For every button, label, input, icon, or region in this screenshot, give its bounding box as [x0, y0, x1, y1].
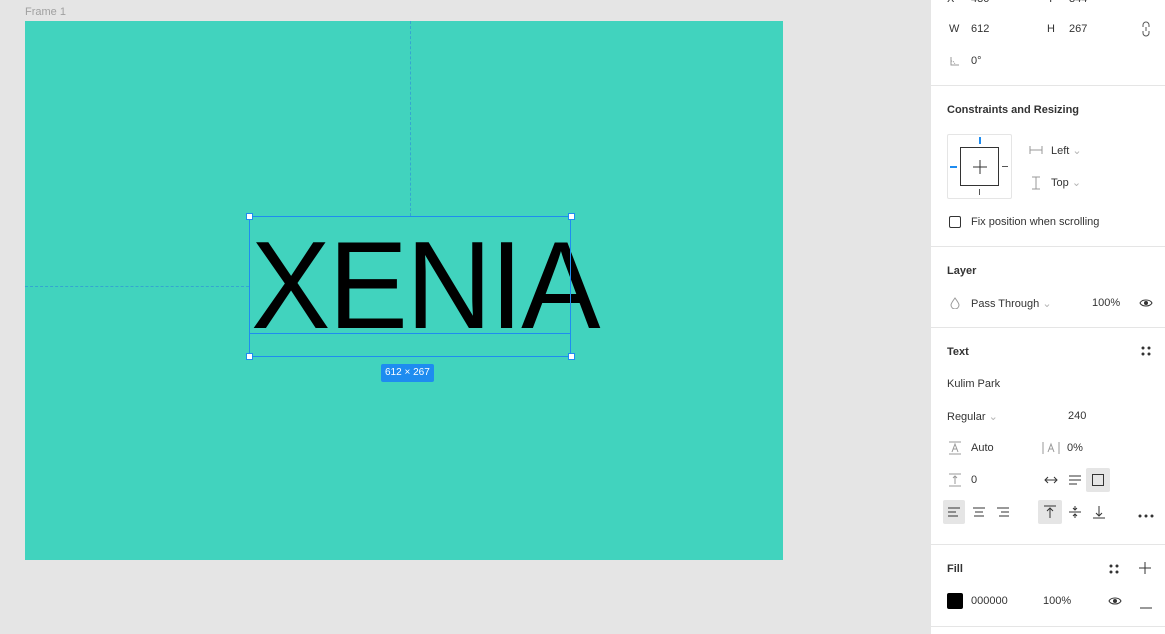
vertical-distance-guide	[410, 21, 411, 216]
x-input[interactable]: 430	[971, 0, 989, 5]
chevron-down-icon: ⌄	[1042, 298, 1052, 310]
selection-box[interactable]	[249, 216, 571, 357]
horizontal-constraint-icon	[1029, 144, 1043, 159]
chevron-down-icon: ⌄	[988, 411, 998, 423]
fill-hex-input[interactable]: 000000	[971, 595, 1008, 607]
fill-color-swatch[interactable]	[947, 593, 963, 609]
dimensions-badge: 612 × 267	[381, 364, 434, 382]
constraint-bottom[interactable]	[979, 189, 980, 195]
vertical-constraint-value: Top	[1051, 177, 1069, 189]
constraint-left-active[interactable]	[950, 166, 957, 168]
chevron-down-icon: ⌄	[1072, 145, 1082, 157]
fixed-size-toggle[interactable]	[1086, 468, 1110, 492]
constraints-section-title: Constraints and Resizing	[947, 104, 1080, 116]
divider	[931, 246, 1165, 247]
eye-icon[interactable]	[1139, 297, 1153, 312]
line-height-input[interactable]: Auto	[971, 442, 994, 454]
auto-height-icon[interactable]	[1067, 473, 1083, 490]
align-middle-icon[interactable]	[1068, 505, 1082, 522]
divider	[931, 85, 1165, 86]
constraints-widget[interactable]	[947, 134, 1012, 199]
align-left-icon	[948, 507, 960, 517]
horizontal-constraint-value: Left	[1051, 145, 1070, 157]
align-center-icon[interactable]	[972, 506, 986, 521]
align-left-button[interactable]	[943, 500, 965, 524]
line-height-icon	[948, 441, 962, 458]
align-right-icon[interactable]	[996, 506, 1010, 521]
layer-section-title: Layer	[947, 265, 977, 277]
paragraph-spacing-icon	[948, 473, 962, 490]
letter-spacing-icon	[1042, 441, 1060, 458]
text-baseline	[249, 333, 571, 334]
divider	[931, 327, 1165, 328]
horizontal-constraint-dropdown[interactable]: Left ⌄	[1051, 144, 1082, 157]
blend-mode-value: Pass Through	[971, 298, 1040, 310]
text-section-title: Text	[947, 346, 969, 358]
paragraph-spacing-input[interactable]: 0	[971, 474, 977, 486]
remove-fill-icon[interactable]	[1140, 600, 1152, 612]
properties-panel: X 430 Y 344 W 612 H 267 0° Constraints a…	[930, 0, 1165, 634]
fix-position-label[interactable]: Fix position when scrolling	[971, 216, 1099, 228]
y-input[interactable]: 344	[1069, 0, 1087, 5]
vertical-constraint-icon	[1031, 176, 1041, 193]
fix-position-checkbox[interactable]	[949, 216, 961, 228]
width-label: W	[949, 23, 960, 35]
fill-opacity-input[interactable]: 100%	[1043, 595, 1071, 607]
resize-handle-bottom-right[interactable]	[568, 353, 575, 360]
chevron-down-icon: ⌄	[1071, 177, 1082, 189]
add-fill-icon[interactable]	[1139, 562, 1151, 577]
design-canvas[interactable]: Frame 1 XENIA 612 × 267	[0, 0, 930, 634]
divider	[931, 544, 1165, 545]
constraint-top-active[interactable]	[979, 137, 981, 144]
align-bottom-icon[interactable]	[1092, 505, 1106, 522]
font-style-value: Regular	[947, 411, 986, 423]
fill-styles-icon[interactable]	[1109, 564, 1119, 577]
height-input[interactable]: 267	[1069, 23, 1087, 35]
more-options-icon[interactable]	[1138, 509, 1154, 521]
blend-mode-dropdown[interactable]: Pass Through ⌄	[971, 297, 1052, 310]
fill-section-title: Fill	[947, 563, 963, 575]
align-top-button[interactable]	[1038, 500, 1062, 524]
align-top-icon	[1044, 505, 1056, 518]
resize-handle-top-right[interactable]	[568, 213, 575, 220]
text-styles-icon[interactable]	[1141, 346, 1151, 359]
width-input[interactable]: 612	[971, 23, 989, 35]
rotation-icon	[949, 55, 961, 70]
horizontal-distance-guide	[25, 286, 249, 287]
fixed-size-icon	[1092, 474, 1104, 486]
rotation-input[interactable]: 0°	[971, 55, 982, 67]
constraint-right[interactable]	[1002, 166, 1008, 167]
resize-handle-bottom-left[interactable]	[246, 353, 253, 360]
font-style-dropdown[interactable]: Regular ⌄	[947, 410, 998, 423]
font-size-input[interactable]: 240	[1068, 410, 1086, 422]
constrain-proportions-icon[interactable]	[1139, 21, 1153, 40]
constraints-inner-box	[960, 147, 999, 186]
x-label: X	[947, 0, 954, 5]
letter-spacing-input[interactable]: 0%	[1067, 442, 1083, 454]
blend-mode-icon	[949, 297, 961, 312]
layer-opacity-input[interactable]: 100%	[1092, 297, 1120, 309]
auto-width-icon[interactable]	[1043, 473, 1059, 490]
resize-handle-top-left[interactable]	[246, 213, 253, 220]
vertical-constraint-dropdown[interactable]: Top ⌄	[1051, 176, 1081, 189]
eye-icon[interactable]	[1108, 595, 1122, 610]
height-label: H	[1047, 23, 1055, 35]
frame-label[interactable]: Frame 1	[25, 6, 66, 18]
font-family-dropdown[interactable]: Kulim Park	[947, 378, 1000, 390]
divider	[931, 626, 1165, 627]
y-label: Y	[1047, 0, 1054, 5]
